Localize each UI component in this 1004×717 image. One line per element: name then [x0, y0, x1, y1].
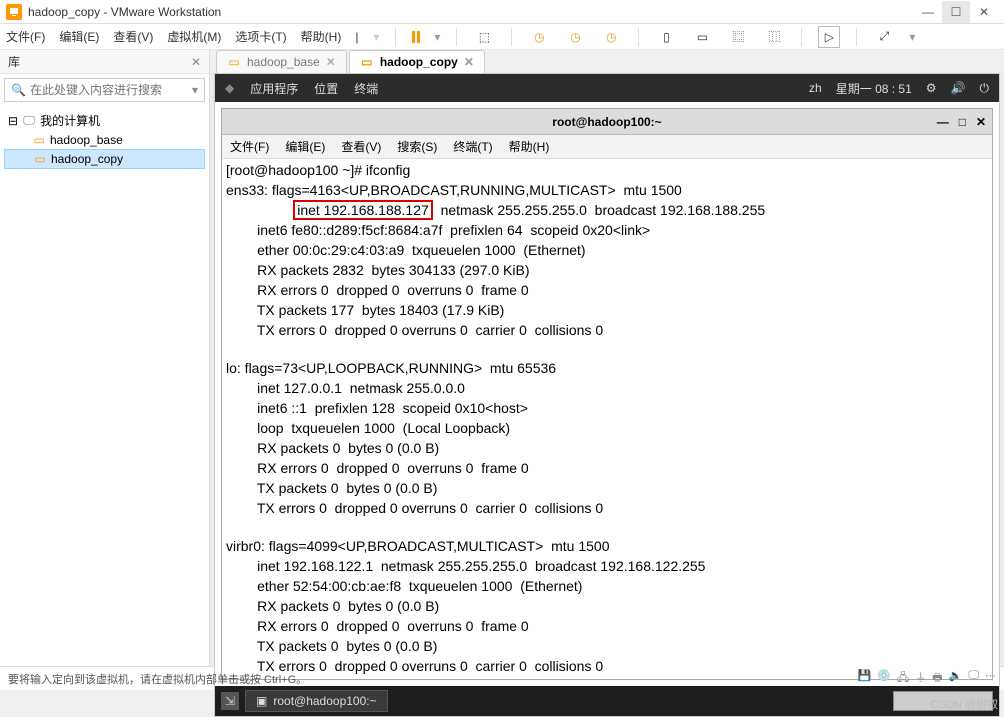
terminal-icon: ▣ — [256, 694, 267, 708]
toolbar-clock3-icon[interactable]: ◷ — [600, 26, 622, 48]
vm-tree: ⊟ 🖵 我的计算机 ▭ hadoop_base ▭ hadoop_copy — [0, 106, 209, 173]
statusbar-hint: 要将输入定向到该虚拟机，请在虚拟机内部单击或按 Ctrl+G。 — [8, 671, 307, 687]
sidebar: 库 ✕ 🔍 ▾ ⊟ 🖵 我的计算机 ▭ hadoop_base ▭ hadoop… — [0, 50, 210, 666]
status-display-icon[interactable]: 🖵 — [968, 669, 979, 688]
toolbar-expand-icon[interactable]: ⤢ — [873, 26, 895, 48]
tree-root-label: 我的计算机 — [40, 112, 100, 129]
term-menu-edit[interactable]: 编辑(E) — [285, 138, 325, 155]
computer-icon: 🖵 — [22, 114, 36, 128]
tab-close-icon[interactable]: ✕ — [326, 55, 336, 69]
close-button[interactable]: ✕ — [970, 1, 998, 23]
tree-item-label: hadoop_base — [50, 133, 123, 147]
tree-item-base[interactable]: ▭ hadoop_base — [4, 131, 205, 149]
menubar: 文件(F) 编辑(E) 查看(V) 虚拟机(M) 选项卡(T) 帮助(H) | … — [0, 24, 1004, 50]
minimize-button[interactable]: — — [914, 1, 942, 23]
status-sound-icon[interactable]: 🔈 — [949, 669, 963, 688]
terminal-window: root@hadoop100:~ — □ ✕ 文件(F) 编辑(E) 查看(V)… — [221, 108, 993, 680]
term-min-button[interactable]: — — [937, 115, 949, 129]
term-menu-help[interactable]: 帮助(H) — [509, 138, 550, 155]
menu-edit[interactable]: 编辑(E) — [59, 28, 99, 45]
search-input[interactable] — [30, 83, 188, 97]
menu-vm[interactable]: 虚拟机(M) — [167, 28, 221, 45]
topbar-apps[interactable]: 应用程序 — [250, 80, 298, 97]
status-cd-icon[interactable]: 💿 — [877, 669, 891, 688]
tree-item-label: hadoop_copy — [51, 152, 123, 166]
vm-icon: ▭ — [360, 55, 374, 69]
term-max-button[interactable]: □ — [959, 115, 966, 129]
pause-button[interactable] — [412, 31, 420, 43]
window-title: hadoop_copy - VMware Workstation — [28, 5, 914, 19]
term-menu-file[interactable]: 文件(F) — [230, 138, 269, 155]
tree-item-copy[interactable]: ▭ hadoop_copy — [4, 149, 205, 169]
toolbar-layout2-icon[interactable]: ▭ — [691, 26, 713, 48]
search-icon: 🔍 — [11, 83, 26, 97]
terminal-title: root@hadoop100:~ — [552, 115, 661, 129]
maximize-button[interactable]: ☐ — [942, 1, 970, 23]
toolbar-layout3-icon[interactable]: ⿴ — [727, 26, 749, 48]
app-icon — [6, 4, 22, 20]
status-usb-icon[interactable]: ⏚ — [915, 669, 926, 688]
terminal-titlebar[interactable]: root@hadoop100:~ — □ ✕ — [222, 109, 992, 135]
toolbar-layout1-icon[interactable]: ▯ — [655, 26, 677, 48]
toolbar-layout4-icon[interactable]: ⿲ — [763, 26, 785, 48]
menu-help[interactable]: 帮助(H) — [301, 28, 342, 45]
tab-label: hadoop_base — [247, 55, 320, 69]
power-icon[interactable]: ⏻ — [980, 81, 990, 96]
collapse-icon[interactable]: ⊟ — [8, 114, 18, 128]
vm-icon: ▭ — [32, 133, 46, 147]
status-print-icon[interactable]: 🖶 — [932, 669, 942, 688]
vm-icon: ▭ — [33, 152, 47, 166]
status-icons: 💾 💿 🖧 ⏚ 🖶 🔈 🖵 ⋯ — [858, 669, 996, 688]
topbar-lang[interactable]: zh — [809, 81, 822, 95]
tab-strip: ▭ hadoop_base ✕ ▭ hadoop_copy ✕ — [210, 50, 1004, 73]
watermark: CSDN @樹叙 — [931, 696, 998, 712]
term-menu-search[interactable]: 搜索(S) — [397, 138, 437, 155]
term-menu-terminal[interactable]: 终端(T) — [453, 138, 492, 155]
terminal-output[interactable]: [root@hadoop100 ~]# ifconfig ens33: flag… — [222, 159, 992, 679]
toolbar-clock1-icon[interactable]: ◷ — [528, 26, 550, 48]
tab-hadoop-copy[interactable]: ▭ hadoop_copy ✕ — [349, 50, 485, 73]
menu-tabs[interactable]: 选项卡(T) — [235, 28, 286, 45]
menu-view[interactable]: 查看(V) — [113, 28, 153, 45]
status-more-icon[interactable]: ⋯ — [985, 669, 996, 688]
status-net-icon[interactable]: 🖧 — [897, 669, 909, 688]
volume-icon[interactable]: 🔊 — [951, 81, 966, 95]
tab-label: hadoop_copy — [380, 55, 458, 69]
search-box[interactable]: 🔍 ▾ — [4, 78, 205, 102]
status-disk-icon[interactable]: 💾 — [858, 669, 872, 688]
terminal-menubar: 文件(F) 编辑(E) 查看(V) 搜索(S) 终端(T) 帮助(H) — [222, 135, 992, 159]
tree-root[interactable]: ⊟ 🖵 我的计算机 — [4, 110, 205, 131]
sidebar-header: 库 ✕ — [0, 50, 209, 74]
vm-icon: ▭ — [227, 55, 241, 69]
sidebar-title: 库 — [8, 53, 20, 70]
activities-icon[interactable]: ◆ — [225, 81, 234, 95]
vm-screen[interactable]: ◆ 应用程序 位置 终端 zh 星期一 08 : 51 ⚙ 🔊 ⏻ root@h… — [214, 73, 1000, 717]
menu-file[interactable]: 文件(F) — [6, 28, 45, 45]
toolbar-fullscreen-icon[interactable]: ▷ — [818, 26, 840, 48]
highlighted-ip: inet 192.168.188.127 — [293, 200, 433, 220]
term-close-button[interactable]: ✕ — [976, 115, 986, 129]
search-dropdown-icon[interactable]: ▾ — [192, 83, 198, 97]
tab-close-icon[interactable]: ✕ — [464, 55, 474, 69]
toolbar-clock2-icon[interactable]: ◷ — [564, 26, 586, 48]
tab-hadoop-base[interactable]: ▭ hadoop_base ✕ — [216, 50, 347, 73]
term-menu-view[interactable]: 查看(V) — [341, 138, 381, 155]
gnome-topbar: ◆ 应用程序 位置 终端 zh 星期一 08 : 51 ⚙ 🔊 ⏻ — [215, 74, 999, 102]
network-icon[interactable]: ⚙ — [926, 81, 937, 95]
gnome-taskbar: ⇲ ▣ root@hadoop100:~ — [215, 686, 999, 716]
topbar-clock: 星期一 08 : 51 — [836, 80, 912, 97]
toolbar-snapshot-icon[interactable]: ⬚ — [473, 26, 495, 48]
taskbar-terminal[interactable]: ▣ root@hadoop100:~ — [245, 690, 388, 712]
window-titlebar: hadoop_copy - VMware Workstation — ☐ ✕ — [0, 0, 1004, 24]
taskbar-label: root@hadoop100:~ — [273, 694, 376, 708]
topbar-terminal[interactable]: 终端 — [354, 80, 378, 97]
content-area: ▭ hadoop_base ✕ ▭ hadoop_copy ✕ ◆ 应用程序 位… — [210, 50, 1004, 666]
sidebar-close-icon[interactable]: ✕ — [191, 55, 201, 69]
topbar-places[interactable]: 位置 — [314, 80, 338, 97]
taskbar-apps-icon[interactable]: ⇲ — [221, 692, 239, 710]
